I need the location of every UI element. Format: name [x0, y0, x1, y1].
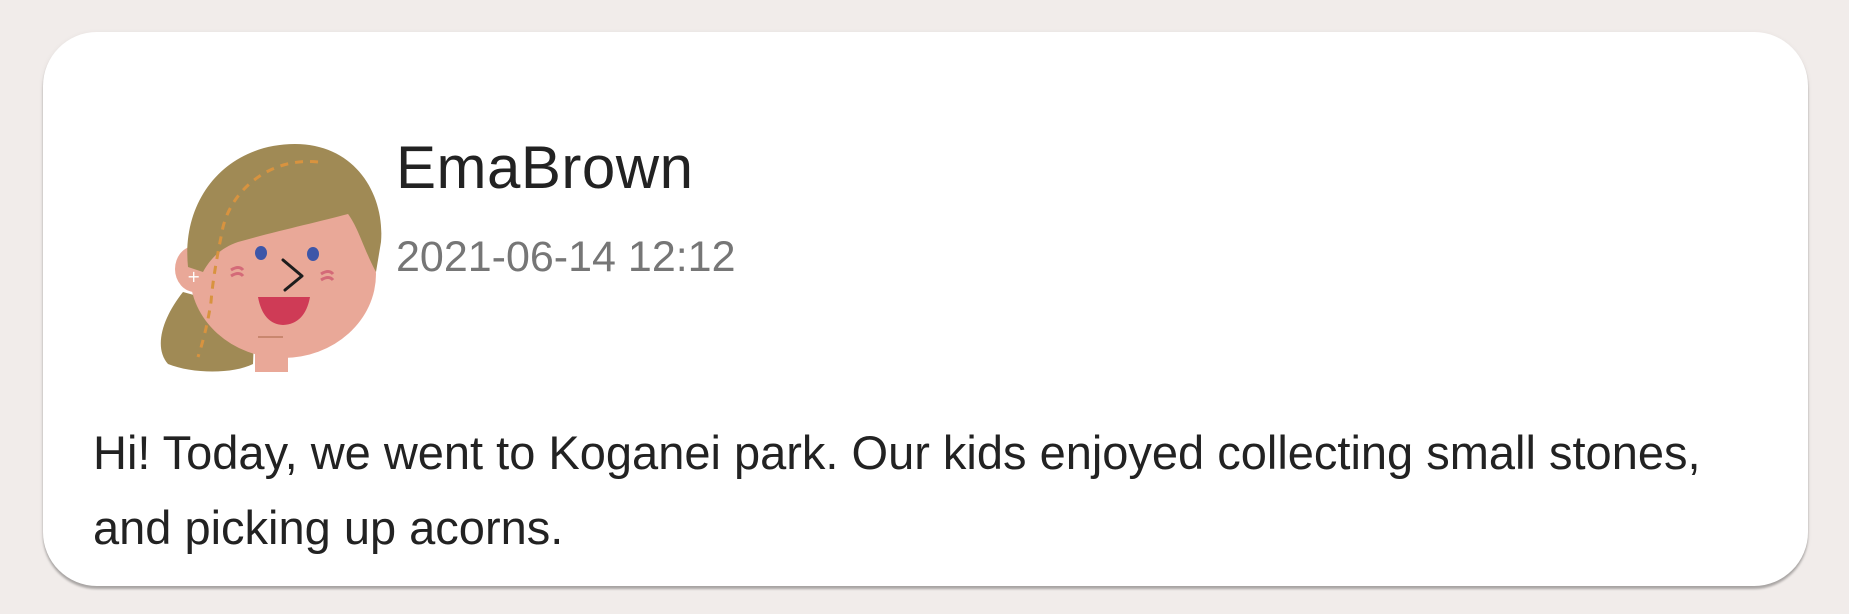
- post-author-name[interactable]: EmaBrown: [396, 138, 693, 198]
- post-body-text: Hi! Today, we went to Koganei park. Our …: [93, 426, 1701, 554]
- post-timestamp: 2021-06-14 12:12: [396, 233, 736, 281]
- svg-text:+: +: [187, 267, 200, 286]
- post-card: + EmaBrown 2021-06-14 12:12 Hi! Today, w…: [43, 32, 1808, 586]
- user-avatar-woman-icon[interactable]: +: [123, 102, 383, 372]
